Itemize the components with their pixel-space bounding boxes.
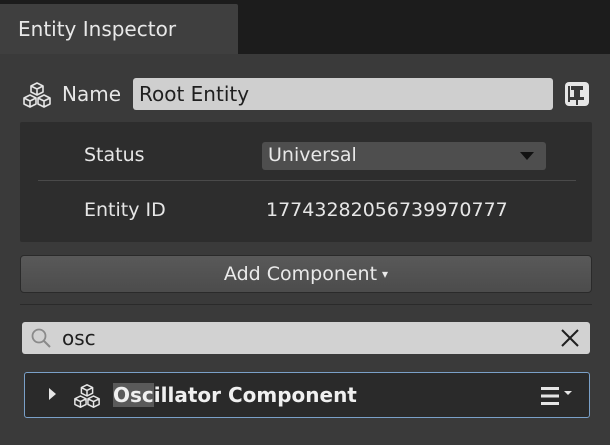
component-search-input[interactable]: osc xyxy=(22,322,590,354)
add-component-button[interactable]: Add Component ▾ xyxy=(20,255,592,293)
entity-id-value: 17743282056739970777 xyxy=(266,199,508,221)
component-title-rest: illator Component xyxy=(153,383,357,407)
entity-name-input[interactable]: Root Entity xyxy=(133,78,553,110)
add-component-label: Add Component xyxy=(223,263,378,285)
divider xyxy=(20,304,592,305)
name-label: Name xyxy=(62,82,122,106)
component-title: Oscillator Component xyxy=(113,383,357,407)
hamburger-menu-icon[interactable] xyxy=(539,385,579,407)
component-row-oscillator[interactable]: Oscillator Component xyxy=(24,372,590,418)
status-dropdown[interactable]: Universal xyxy=(262,142,546,170)
entity-id-label: Entity ID xyxy=(84,199,166,221)
close-icon[interactable] xyxy=(560,328,580,348)
search-icon xyxy=(31,328,51,348)
status-label: Status xyxy=(84,144,145,166)
search-query: osc xyxy=(62,326,96,350)
entity-properties xyxy=(20,122,592,242)
cubes-icon xyxy=(23,82,51,108)
cubes-icon xyxy=(74,384,100,408)
chevron-right-icon[interactable] xyxy=(49,388,56,400)
tab-label: Entity Inspector xyxy=(18,17,177,41)
tab-entity-inspector[interactable]: Entity Inspector xyxy=(0,4,238,54)
divider xyxy=(38,180,576,181)
status-value: Universal xyxy=(268,144,357,166)
pin-icon[interactable] xyxy=(562,79,592,109)
caret-down-icon: ▾ xyxy=(382,267,389,281)
chevron-down-icon xyxy=(520,152,534,160)
search-match-highlight: Osc xyxy=(113,383,154,407)
